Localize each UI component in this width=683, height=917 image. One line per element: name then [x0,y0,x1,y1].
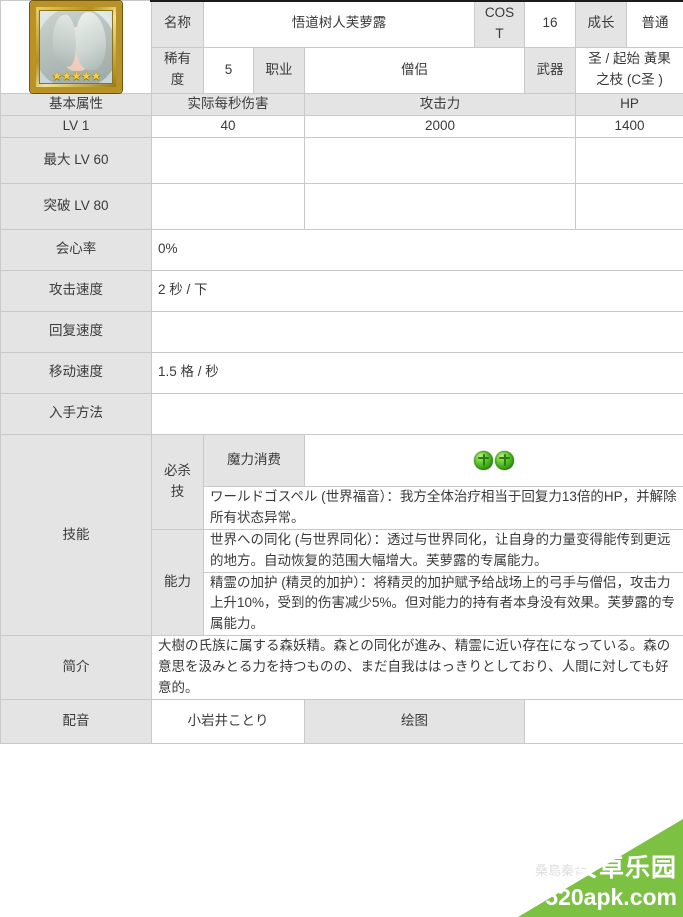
special-skill-description: ワールドゴスペル (世界福音）：我方全体治疗相当于回复力13倍的HP，并解除所有… [202,485,683,530]
class-label: 职业 [253,46,305,94]
weapon-label: 武器 [524,46,577,94]
crit-rate-label: 会心率 [0,228,152,271]
credits-row: 配音 小岩井ことり 绘图 [0,699,683,745]
table-row: 会心率 0% [0,228,683,271]
class-value: 僧侣 [303,46,526,94]
skill-mana-row: 技能 必杀技 魔力消费 [0,433,683,637]
move-speed-value: 1.5 格 / 秒 [150,351,683,394]
mana-cost-label: 魔力消费 [203,433,305,487]
cost-value: 16 [524,0,577,48]
ability-description-2: 精霊の加护 (精灵的加护）：将精灵的加护赋予给战场上的弓手与僧侣，攻击力上升10… [202,571,683,637]
profile-row: 简介 大樹の氏族に属する森妖精。森との同化が進み、精霊に近い存在になっている。森… [0,635,683,701]
character-portrait-icon[interactable]: ★★★★★ [30,1,122,93]
portrait-frame-inner: ★★★★★ [39,10,113,84]
table-row: 最大 LV 60 [0,136,683,184]
rarity-stars-icon: ★★★★★ [51,69,102,83]
top-black-bar [150,0,683,2]
stats-row-label-break80: 突破 LV 80 [0,182,152,230]
name-label: 名称 [151,0,204,48]
stats-col-dps: 实际每秒伤害 [151,93,305,116]
watermark-site-url: 520apk.com [545,884,677,910]
recovery-speed-value [150,310,683,353]
watermark-triangle [518,819,683,917]
stats-break80-dps [151,182,305,230]
stats-break80-attack [303,182,577,230]
ability-label: 能力 [151,528,204,637]
attack-speed-label: 攻击速度 [0,269,152,312]
portrait-cell[interactable]: ★★★★★ [0,0,152,94]
mana-orbs [311,450,677,470]
art-label: 绘图 [303,699,526,745]
stats-col-hp: HP [575,93,683,116]
voice-value: 小岩井ことり [151,699,305,745]
mana-cost-value [303,433,683,487]
growth-value: 普通 [626,0,683,48]
cost-label: COST [474,0,526,48]
art-value [524,699,683,745]
growth-label: 成长 [575,0,628,48]
stats-row-label-lv1: LV 1 [0,114,152,138]
stats-max60-dps [151,136,305,184]
table-row: 回复速度 [0,310,683,353]
rarity-value: 5 [203,46,254,94]
watermark-site-name: 安卓乐园 [572,854,677,882]
special-skill-label: 必杀技 [151,433,204,530]
stats-max60-hp [575,136,683,184]
profile-label: 简介 [0,635,152,701]
ability-description-1: 世界への同化 (与世界同化）：透过与世界同化，让自身的力量变得能传到更远的地方。… [202,528,683,573]
crit-rate-value: 0% [150,228,683,271]
acquire-method-label: 入手方法 [0,392,152,435]
mana-orb-icon [495,450,514,470]
base-stats-label: 基本属性 [0,93,152,116]
stats-row-label-max60: 最大 LV 60 [0,136,152,184]
table-row: LV 1 40 2000 1400 [0,114,683,138]
stats-lv1-dps: 40 [151,114,305,138]
character-stat-table: ★★★★★ 名称 悟道树人芙萝露 COST 16 成长 普通 稀有度 5 职业 … [0,0,683,745]
stats-col-attack: 攻击力 [303,93,577,116]
weapon-value: 圣 / 起始 黃果之枝 (C圣 ) [575,46,683,94]
site-watermark: 桑島秦音 安卓乐园 520apk.com [518,819,683,917]
header-row-name: ★★★★★ 名称 悟道树人芙萝露 COST 16 成长 普通 [0,0,683,94]
stats-lv1-attack: 2000 [303,114,577,138]
skills-section-label: 技能 [0,433,152,637]
stats-header-row: 基本属性 实际每秒伤害 攻击力 HP [0,93,683,116]
table-row: 入手方法 [0,392,683,435]
mana-orb-icon [474,450,493,470]
name-value: 悟道树人芙萝露 [202,0,476,48]
table-row: 攻击速度 2 秒 / 下 [0,269,683,312]
profile-text: 大樹の氏族に属する森妖精。森との同化が進み、精霊に近い存在になっている。森の意思… [150,635,683,701]
rarity-label: 稀有度 [151,46,204,94]
stats-max60-attack [303,136,577,184]
attack-speed-value: 2 秒 / 下 [150,269,683,312]
stats-lv1-hp: 1400 [575,114,683,138]
watermark-ghost-text: 桑島秦音 [534,863,587,878]
move-speed-label: 移动速度 [0,351,152,394]
stats-break80-hp [575,182,683,230]
recovery-speed-label: 回复速度 [0,310,152,353]
table-row: 突破 LV 80 [0,182,683,230]
acquire-method-value [150,392,683,435]
voice-label: 配音 [0,699,152,745]
table-row: 移动速度 1.5 格 / 秒 [0,351,683,394]
